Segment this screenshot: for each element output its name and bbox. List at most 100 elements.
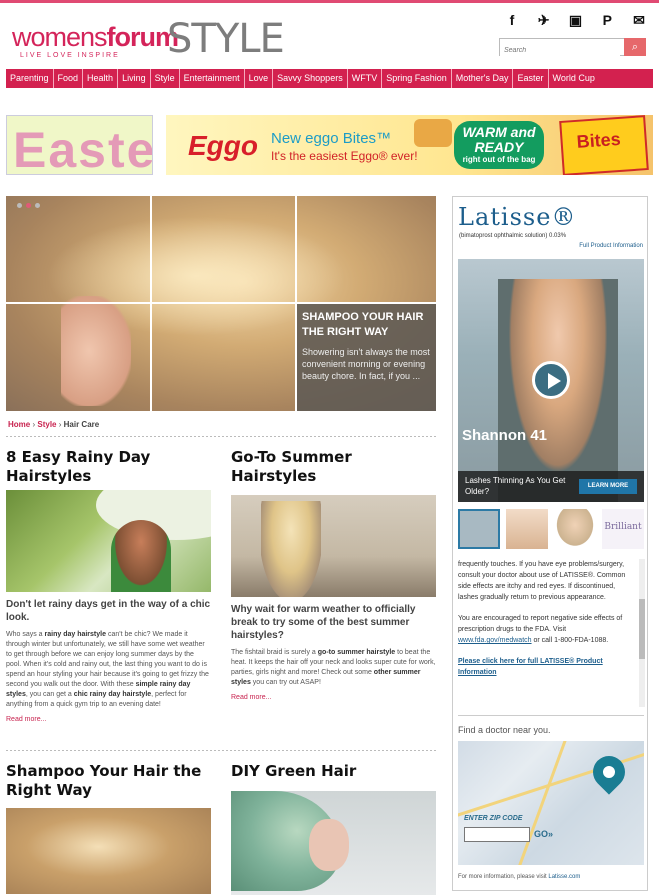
latisse-site-link[interactable]: Latisse.com — [548, 874, 580, 880]
face-shape — [309, 819, 349, 871]
read-more-link[interactable]: Read more... — [231, 694, 436, 701]
breadcrumb-style[interactable]: Style — [37, 420, 56, 429]
social-links: f ✈ ▣ P ✉ — [503, 12, 648, 30]
video-caption-text: Lashes Thinning As You Get Older? — [465, 476, 566, 496]
learn-more-button[interactable]: LEARN MORE — [579, 479, 637, 494]
divider — [6, 436, 436, 437]
latisse-subtitle: (bimatoprost ophthalmic solution) 0.03% — [459, 233, 567, 239]
play-icon[interactable] — [532, 361, 570, 399]
doctor-map: ENTER ZIP CODE GO» — [458, 741, 644, 865]
eggo-logo: Eggo — [188, 130, 258, 161]
main-nav: Parenting Food Health Living Style Enter… — [6, 69, 653, 88]
video-caption-bar: Lashes Thinning As You Get Older? LEARN … — [458, 471, 644, 502]
hero-title[interactable]: SHAMPOO YOUR HAIR THE RIGHT WAY — [302, 310, 431, 340]
slider-dot-active[interactable] — [26, 203, 31, 208]
video-thumbnail[interactable] — [554, 509, 596, 549]
article-title[interactable]: Shampoo Your Hair the Right Way — [6, 762, 211, 800]
search-box: ⌕ — [499, 38, 646, 59]
nav-item-savvy-shoppers[interactable]: Savvy Shoppers — [273, 69, 348, 88]
video-thumbnails: Brilliant — [458, 509, 644, 549]
slider-dot[interactable] — [17, 203, 22, 208]
map-road — [510, 741, 569, 865]
nav-item-style[interactable]: Style — [151, 69, 180, 88]
hero-image-face — [61, 296, 131, 406]
video-player[interactable]: Shannon 41 Lashes Thinning As You Get Ol… — [458, 259, 644, 502]
more-info-text: For more information, please visit Latis… — [458, 874, 581, 880]
article-card: DIY Green Hair — [231, 762, 436, 895]
twitter-icon[interactable]: ✈ — [535, 12, 553, 30]
breadcrumb-current: Hair Care — [63, 420, 100, 429]
top-accent-line — [0, 0, 659, 3]
zip-code-label: ENTER ZIP CODE — [464, 815, 523, 822]
breadcrumb: Home › Style › Hair Care — [8, 420, 99, 429]
article-deck: Don't let rainy days get in the way of a… — [6, 599, 211, 623]
email-icon[interactable]: ✉ — [630, 12, 648, 30]
search-input[interactable] — [500, 42, 620, 59]
fda-link[interactable]: www.fda.gov/medwatch — [458, 637, 532, 644]
article-image[interactable] — [6, 808, 211, 894]
video-thumbnail[interactable] — [458, 509, 500, 549]
hero-slider[interactable]: SHAMPOO YOUR HAIR THE RIGHT WAY Showerin… — [6, 196, 436, 411]
hero-caption[interactable]: SHAMPOO YOUR HAIR THE RIGHT WAY Showerin… — [297, 304, 436, 411]
easter-ad-text: Easter — [13, 122, 152, 175]
pinterest-icon[interactable]: P — [598, 12, 616, 30]
scrollbar[interactable] — [639, 559, 645, 707]
slider-dots — [17, 203, 40, 208]
breadcrumb-separator: › — [58, 420, 62, 429]
safety-info-scrollbox[interactable]: frequently touches. If you have eye prob… — [458, 559, 636, 707]
video-thumbnail[interactable] — [506, 509, 548, 549]
breadcrumb-home[interactable]: Home — [8, 420, 30, 429]
article-image[interactable] — [231, 791, 436, 895]
instagram-icon[interactable]: ▣ — [567, 12, 585, 30]
nav-item-wftv[interactable]: WFTV — [348, 69, 383, 88]
video-thumbnail[interactable]: Brilliant — [602, 509, 644, 549]
article-deck: Why wait for warm weather to officially … — [231, 604, 416, 641]
divider — [458, 715, 644, 716]
site-logo[interactable]: womensforum STYLE LIVE LOVE INSPIRE — [12, 16, 290, 86]
easter-ad-banner[interactable]: Easter — [6, 115, 153, 175]
breadcrumb-separator: › — [32, 420, 36, 429]
latisse-sidebar-ad: Latisse® (bimatoprost ophthalmic solutio… — [452, 196, 648, 891]
logo-wordmark: womensforum — [12, 22, 179, 52]
zip-go-button[interactable]: GO» — [534, 827, 553, 842]
woman-shape — [261, 501, 321, 597]
article-title[interactable]: DIY Green Hair — [231, 762, 436, 781]
article-body: Who says a rainy day hairstyle can't be … — [6, 631, 209, 708]
video-name-label: Shannon 41 — [462, 427, 548, 444]
article-image[interactable] — [6, 490, 211, 592]
safety-info-text: You are encouraged to report negative si… — [458, 615, 623, 644]
woman-shape — [111, 520, 171, 592]
eggo-ad-banner[interactable]: Eggo New eggo Bites™ It's the easiest Eg… — [166, 115, 653, 175]
nav-item-world-cup[interactable]: World Cup — [549, 69, 599, 88]
nav-item-love[interactable]: Love — [245, 69, 274, 88]
logo-style-text: STYLE — [167, 16, 285, 62]
article-image[interactable] — [231, 495, 436, 597]
hero-text: Showering isn't always the most convenie… — [302, 347, 430, 381]
facebook-icon[interactable]: f — [503, 12, 521, 30]
nav-item-spring-fashion[interactable]: Spring Fashion — [382, 69, 452, 88]
article-card: Shampoo Your Hair the Right Way — [6, 762, 211, 894]
nav-item-entertainment[interactable]: Entertainment — [180, 69, 245, 88]
find-doctor-label: Find a doctor near you. — [458, 725, 551, 735]
eggo-subline: It's the easiest Eggo® ever! — [271, 149, 418, 163]
nav-item-living[interactable]: Living — [118, 69, 151, 88]
eggo-product-box: Bites — [559, 115, 649, 175]
nav-item-easter[interactable]: Easter — [513, 69, 549, 88]
slider-dot[interactable] — [35, 203, 40, 208]
full-product-info-link[interactable]: Full Product Information — [579, 243, 643, 249]
nav-item-mothers-day[interactable]: Mother's Day — [452, 69, 514, 88]
zip-code-input[interactable] — [464, 827, 530, 842]
article-title[interactable]: 8 Easy Rainy Day Hairstyles — [6, 448, 211, 486]
article-title[interactable]: Go-To Summer Hairstyles — [231, 448, 436, 486]
search-icon[interactable]: ⌕ — [624, 38, 646, 56]
nav-item-health[interactable]: Health — [83, 69, 119, 88]
divider — [6, 750, 436, 751]
safety-info-text: frequently touches. If you have eye prob… — [458, 561, 626, 601]
nav-item-food[interactable]: Food — [54, 69, 84, 88]
read-more-link[interactable]: Read more... — [6, 716, 211, 723]
latisse-logo[interactable]: Latisse® — [458, 203, 576, 231]
full-product-info-bold-link[interactable]: Please click here for full LATISSE® Prod… — [458, 658, 603, 676]
nav-item-parenting[interactable]: Parenting — [6, 69, 54, 88]
scrollbar-thumb[interactable] — [639, 599, 645, 659]
logo-tagline: LIVE LOVE INSPIRE — [20, 52, 120, 59]
